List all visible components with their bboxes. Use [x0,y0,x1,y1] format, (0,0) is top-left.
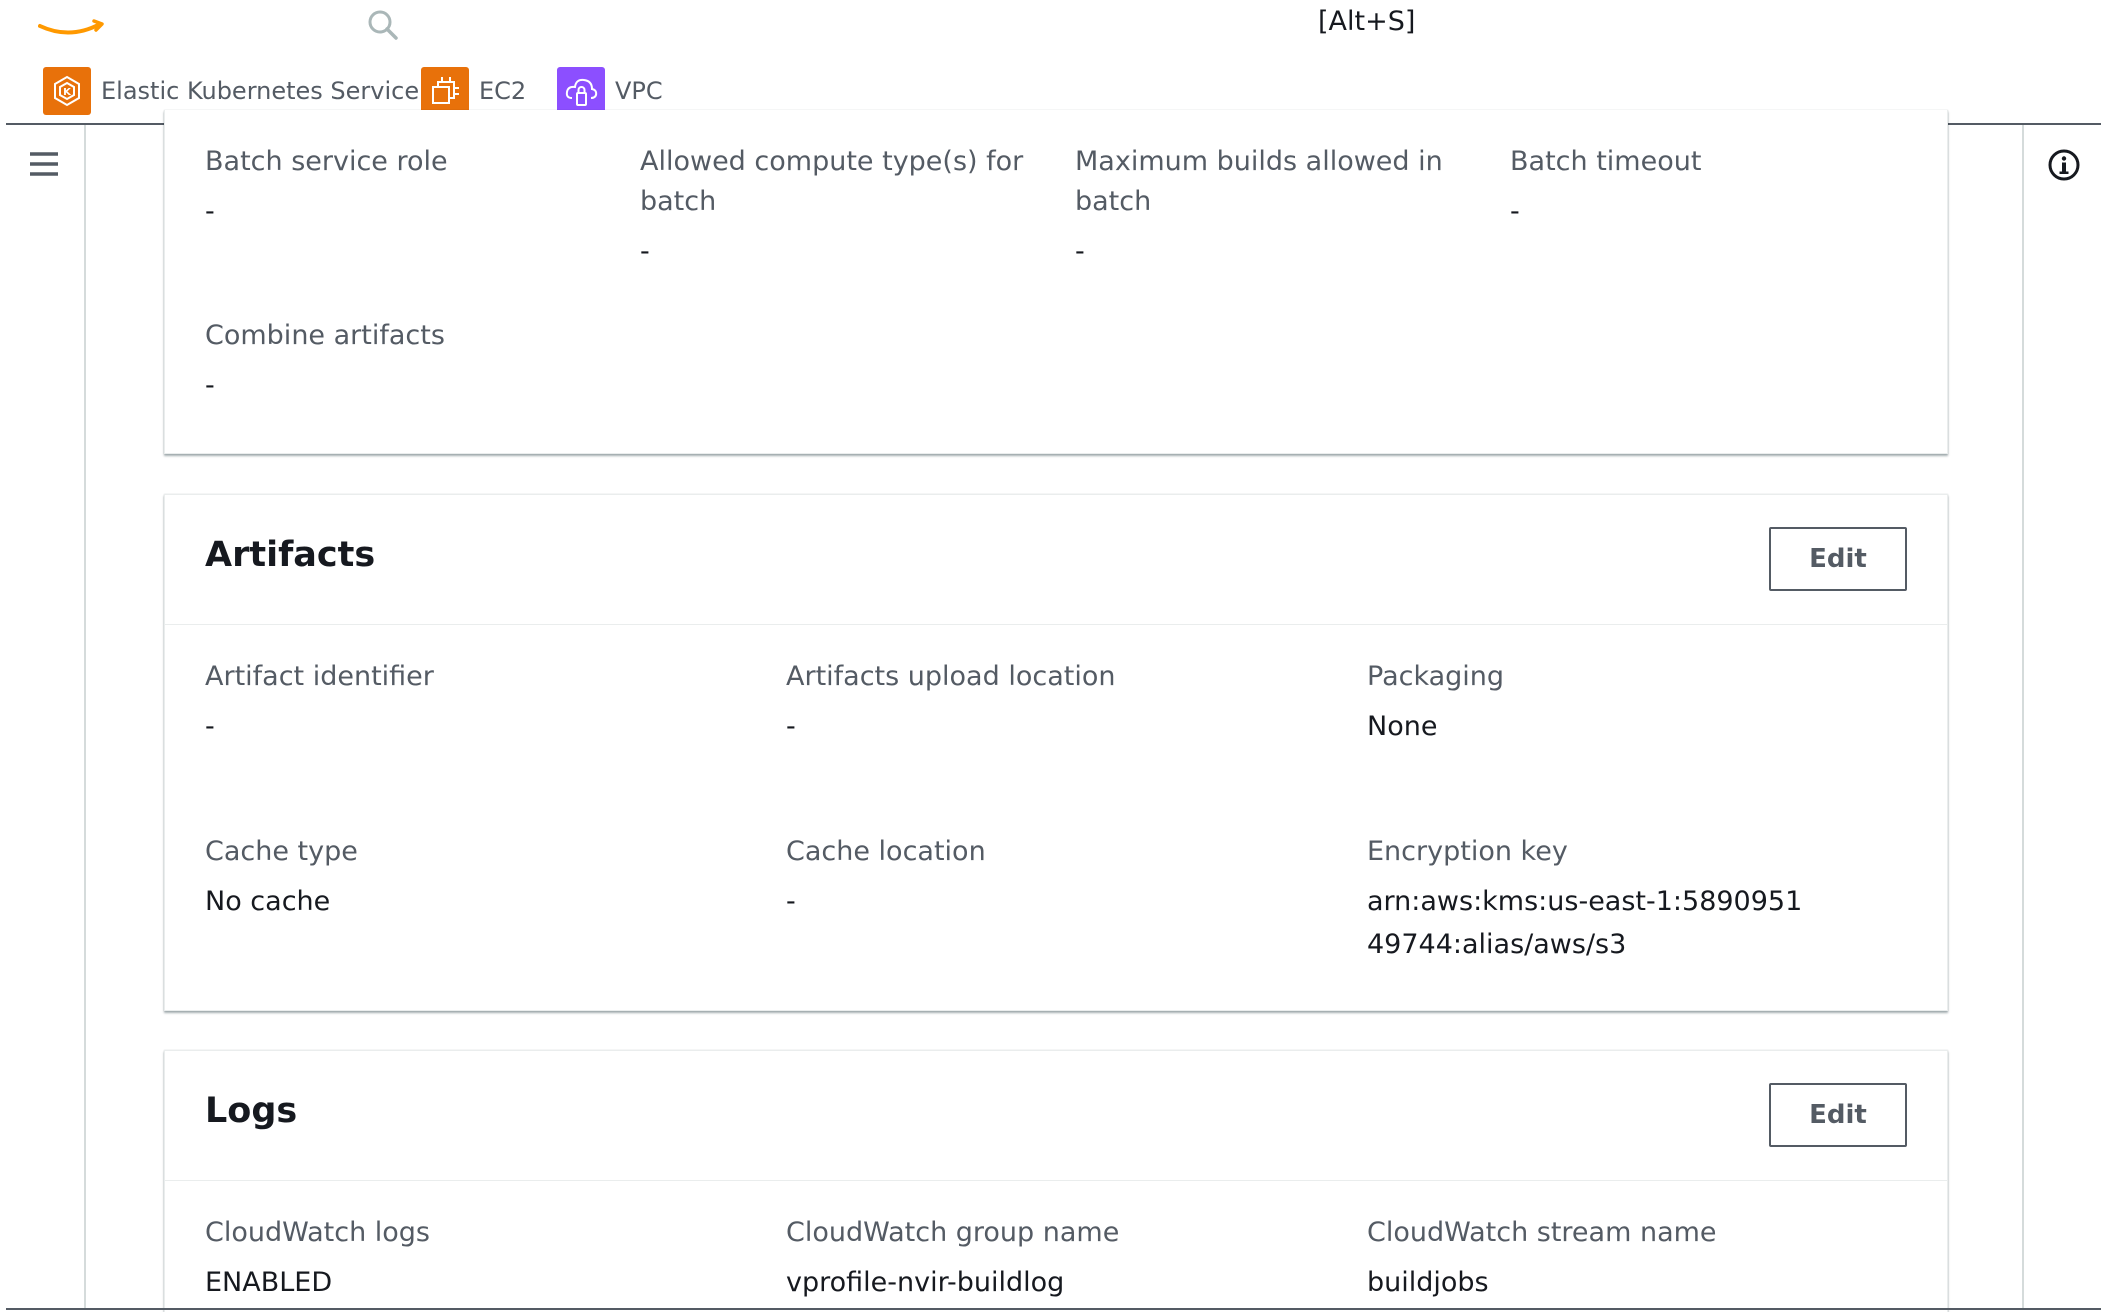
maximum-builds-field: Maximum builds allowed in batch - [1075,142,1475,273]
logs-edit-button[interactable]: Edit [1769,1083,1907,1147]
artifacts-panel: Artifacts Edit Artifact identifier - Art… [164,494,1948,1011]
field-value: None [1367,711,1438,742]
field-value: ENABLED [205,1267,333,1298]
field-value: - [205,370,215,401]
batch-timeout-field: Batch timeout - [1510,142,1910,233]
top-navigation: [Alt+S] [0,0,2107,50]
logs-panel: Logs Edit CloudWatch logs ENABLED CloudW… [164,1050,1948,1312]
field-label: Maximum builds allowed in batch [1075,146,1443,217]
cloudwatch-group-name-field: CloudWatch group name vprofile-nvir-buil… [786,1213,1326,1304]
vpc-icon [557,67,605,115]
field-value: - [786,711,796,742]
aws-logo-icon[interactable] [38,18,108,48]
favorite-ec2[interactable]: EC2 [421,66,526,116]
right-tools-rail [2022,125,2107,1308]
artifacts-panel-header: Artifacts Edit [165,495,1947,625]
field-label: Cache location [786,836,986,867]
favorite-label: VPC [615,77,663,105]
field-value: - [205,196,215,227]
combine-artifacts-field: Combine artifacts - [205,316,605,407]
field-label: Batch timeout [1510,146,1702,177]
favorite-vpc[interactable]: VPC [557,66,663,116]
field-value: - [1510,196,1520,227]
logs-title: Logs [205,1091,298,1131]
info-icon[interactable] [2047,148,2081,182]
field-label: Packaging [1367,661,1505,692]
field-value: - [1075,236,1085,267]
artifacts-edit-button[interactable]: Edit [1769,527,1907,591]
field-label: CloudWatch group name [786,1217,1120,1248]
frame-divider-bottom [6,1308,2101,1310]
ec2-icon [421,67,469,115]
field-label: Artifact identifier [205,661,434,692]
cache-type-field: Cache type No cache [205,832,745,923]
eks-icon: K [43,67,91,115]
field-label: Cache type [205,836,358,867]
encryption-key-field: Encryption key arn:aws:kms:us-east-1:589… [1367,832,1807,966]
field-label: Batch service role [205,146,448,177]
field-label: CloudWatch logs [205,1217,430,1248]
allowed-compute-types-field: Allowed compute type(s) for batch - [640,142,1040,273]
field-value: arn:aws:kms:us-east-1:589095149744:alias… [1367,886,1803,960]
field-value: - [640,236,650,267]
batch-service-role-field: Batch service role - [205,142,605,233]
favorite-eks[interactable]: K Elastic Kubernetes Service [43,66,419,116]
field-value: - [205,711,215,742]
logs-panel-header: Logs Edit [165,1051,1947,1181]
field-label: Combine artifacts [205,320,445,351]
packaging-field: Packaging None [1367,657,1907,748]
favorite-label: EC2 [479,77,527,105]
menu-icon[interactable] [28,148,60,180]
left-navigation-rail [0,125,86,1308]
field-value: No cache [205,886,331,917]
cloudwatch-logs-field: CloudWatch logs ENABLED [205,1213,745,1304]
cloudwatch-stream-name-field: CloudWatch stream name buildjobs [1367,1213,1907,1304]
field-label: Artifacts upload location [786,661,1116,692]
field-value: - [786,886,796,917]
field-value: vprofile-nvir-buildlog [786,1267,1065,1298]
search-shortcut-hint: [Alt+S] [1318,6,1416,37]
cache-location-field: Cache location - [786,832,1326,923]
artifacts-title: Artifacts [205,535,376,575]
favorite-label: Elastic Kubernetes Service [101,77,420,105]
field-label: Allowed compute type(s) for batch [640,146,1024,217]
batch-configuration-panel: Batch service role - Allowed compute typ… [164,110,1948,454]
field-label: Encryption key [1367,836,1568,867]
field-label: CloudWatch stream name [1367,1217,1717,1248]
search-icon[interactable] [366,8,400,42]
svg-text:K: K [63,87,72,98]
field-value: buildjobs [1367,1267,1489,1298]
artifacts-upload-location-field: Artifacts upload location - [786,657,1326,748]
artifact-identifier-field: Artifact identifier - [205,657,745,748]
